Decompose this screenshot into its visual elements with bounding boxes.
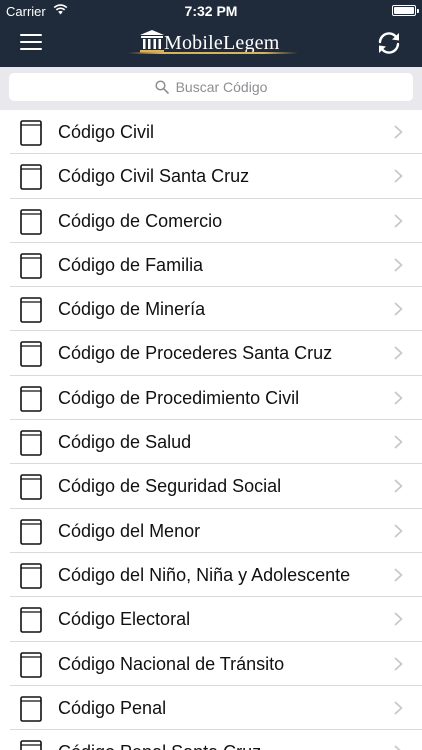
- chevron-right-icon: [394, 701, 403, 715]
- chevron-right-icon: [394, 214, 403, 227]
- list-item-label: Código Nacional de Tránsito: [58, 653, 285, 674]
- book-icon: [20, 518, 42, 545]
- chevron-right-icon: [394, 524, 403, 538]
- list-item[interactable]: Código Nacional de Tránsito: [0, 642, 422, 686]
- chevron-right-icon: [394, 479, 403, 493]
- chevron-right-icon: [394, 302, 403, 316]
- list-item-label: Código de Comercio: [58, 210, 223, 231]
- chevron-right-icon: [394, 391, 403, 405]
- book-icon: [20, 208, 42, 235]
- chevron-right-icon: [394, 435, 403, 449]
- book-icon: [20, 696, 42, 722]
- chevron-right-icon: [394, 347, 403, 360]
- list-item[interactable]: Código de Minería: [0, 287, 422, 332]
- list-item-label: Código de Procederes Santa Cruz: [58, 343, 333, 364]
- search-input[interactable]: Buscar Código: [9, 73, 413, 101]
- list-item[interactable]: Código Electoral: [0, 597, 422, 642]
- list-item-label: Código Electoral: [58, 609, 191, 630]
- list-item[interactable]: Código Civil: [0, 110, 422, 155]
- battery-icon: [392, 5, 419, 16]
- book-icon: [20, 297, 42, 323]
- chevron-right-icon: [394, 169, 403, 183]
- list-item[interactable]: Código de Procedimiento Civil: [0, 376, 422, 421]
- list-item[interactable]: Código Penal Santa Cruz: [0, 730, 422, 750]
- list-item-label: Código del Niño, Niña y Adolescente: [58, 564, 351, 585]
- search-bar: Buscar Código: [0, 67, 422, 110]
- list-item-label: Código de Familia: [58, 254, 204, 275]
- list-item-label: Código Civil Santa Cruz: [58, 166, 250, 187]
- book-icon: [20, 341, 42, 368]
- app-logo: MobileLegem: [128, 27, 298, 59]
- hamburger-menu-icon[interactable]: [20, 34, 42, 50]
- refresh-icon[interactable]: [376, 30, 402, 56]
- list-item-label: Código del Menor: [58, 520, 201, 541]
- list-item-label: Código Penal: [58, 697, 167, 718]
- list-item[interactable]: Código de Salud: [0, 420, 422, 465]
- navigation-bar: Carrier 7:32 PM MobileLegem: [0, 0, 422, 67]
- chevron-right-icon: [394, 125, 403, 139]
- logo-underline: [128, 52, 298, 54]
- search-placeholder: Buscar Código: [175, 79, 268, 95]
- book-icon: [20, 164, 42, 191]
- chevron-right-icon: [394, 258, 403, 272]
- codes-list: Código Civil Código Civil Santa Cruz Códig…: [0, 110, 422, 750]
- chevron-right-icon: [394, 745, 401, 750]
- status-bar: Carrier 7:32 PM: [0, 0, 422, 22]
- book-icon: [20, 253, 42, 279]
- list-item[interactable]: Código de Familia: [0, 243, 422, 288]
- search-icon: [155, 80, 169, 94]
- list-item-label: Código de Procedimiento Civil: [58, 387, 300, 408]
- clock: 7:32 PM: [184, 3, 238, 19]
- book-icon: [20, 740, 42, 750]
- list-item-label: Código Civil: [58, 122, 155, 142]
- pillars-logo-icon: [140, 30, 164, 53]
- list-item[interactable]: Código del Menor: [0, 509, 422, 553]
- book-icon: [20, 607, 42, 634]
- book-icon: [20, 651, 42, 678]
- list-item-label: Código Penal Santa Cruz: [58, 742, 261, 750]
- list-item[interactable]: Código de Procederes Santa Cruz: [0, 331, 422, 376]
- list-item-label: Código de Seguridad Social: [58, 476, 282, 497]
- list-item[interactable]: Código de Comercio: [0, 199, 422, 243]
- chevron-right-icon: [394, 568, 403, 582]
- list-item-label: Código de Minería: [58, 299, 206, 320]
- chevron-right-icon: [394, 657, 403, 670]
- list-item[interactable]: Código Penal: [0, 686, 422, 731]
- list-item[interactable]: Código del Niño, Niña y Adolescente: [0, 553, 422, 598]
- book-icon: [20, 120, 42, 146]
- list-item-label: Código de Salud: [58, 432, 192, 453]
- book-icon: [20, 474, 42, 501]
- list-item[interactable]: Código Civil Santa Cruz: [0, 154, 422, 199]
- book-icon: [20, 563, 42, 589]
- book-icon: [20, 430, 42, 456]
- chevron-right-icon: [394, 612, 403, 626]
- book-icon: [20, 385, 42, 412]
- list-item[interactable]: Código de Seguridad Social: [0, 464, 422, 509]
